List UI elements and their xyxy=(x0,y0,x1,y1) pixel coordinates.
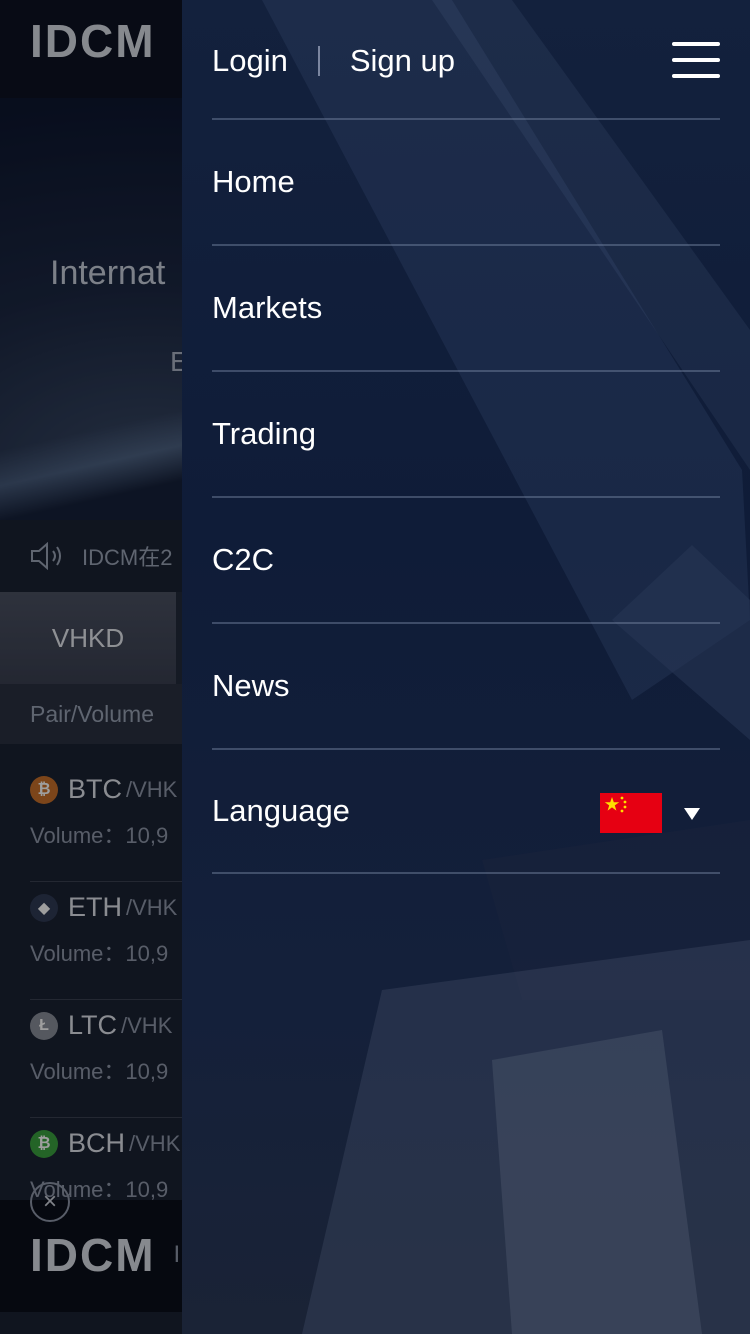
auth-divider xyxy=(317,46,320,76)
nav-item-markets[interactable]: Markets xyxy=(212,244,720,370)
login-link[interactable]: Login xyxy=(212,43,288,79)
nav-item-label: Language xyxy=(212,793,350,828)
nav-item-c2c[interactable]: C2C xyxy=(212,496,720,622)
hamburger-menu-icon[interactable] xyxy=(672,42,720,78)
nav-item-label: C2C xyxy=(212,542,275,577)
drawer-nav: Home Markets Trading C2C News Language xyxy=(212,118,720,874)
caret-down-icon[interactable] xyxy=(684,808,700,820)
nav-item-label: Home xyxy=(212,164,295,199)
nav-item-home[interactable]: Home xyxy=(212,118,720,244)
china-flag-icon[interactable] xyxy=(600,793,662,833)
nav-item-label: Markets xyxy=(212,290,323,325)
nav-item-trading[interactable]: Trading xyxy=(212,370,720,496)
signup-link[interactable]: Sign up xyxy=(350,43,455,79)
nav-item-label: Trading xyxy=(212,416,316,451)
nav-item-news[interactable]: News xyxy=(212,622,720,748)
nav-item-label: News xyxy=(212,668,290,703)
nav-item-language[interactable]: Language xyxy=(212,748,720,874)
side-drawer: Login Sign up Home Markets Trading C2C News L… xyxy=(182,0,750,1334)
auth-links: Login Sign up xyxy=(212,36,455,86)
